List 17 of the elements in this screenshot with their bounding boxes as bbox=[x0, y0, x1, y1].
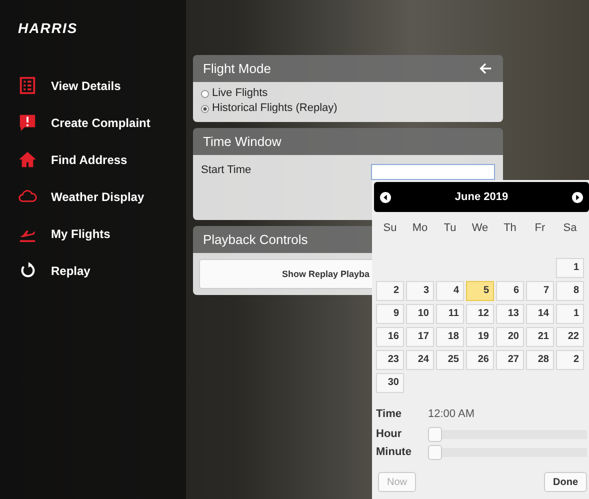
month-title: June 2019 bbox=[454, 191, 508, 203]
weekday-label: Su bbox=[382, 221, 398, 236]
slider-label: Minute bbox=[376, 446, 412, 458]
weekday-label: We bbox=[470, 221, 490, 236]
field-label: Start Time bbox=[201, 164, 252, 176]
weekday-label: Fr bbox=[534, 221, 546, 236]
panel-title: Flight Mode bbox=[203, 61, 271, 76]
logo: HARRIS bbox=[18, 20, 78, 36]
panel-title: Time Window bbox=[203, 134, 282, 149]
time-value: 12:00 AM bbox=[428, 408, 474, 420]
weekday-label: Mo bbox=[411, 221, 429, 236]
weekday-label: Th bbox=[502, 221, 518, 236]
weekday-label: Sa bbox=[562, 221, 578, 236]
slider-label: Hour bbox=[376, 428, 403, 440]
weekday-label: Tu bbox=[442, 221, 458, 236]
panel-title: Playback Controls bbox=[203, 232, 308, 247]
time-label: Time bbox=[376, 408, 402, 420]
